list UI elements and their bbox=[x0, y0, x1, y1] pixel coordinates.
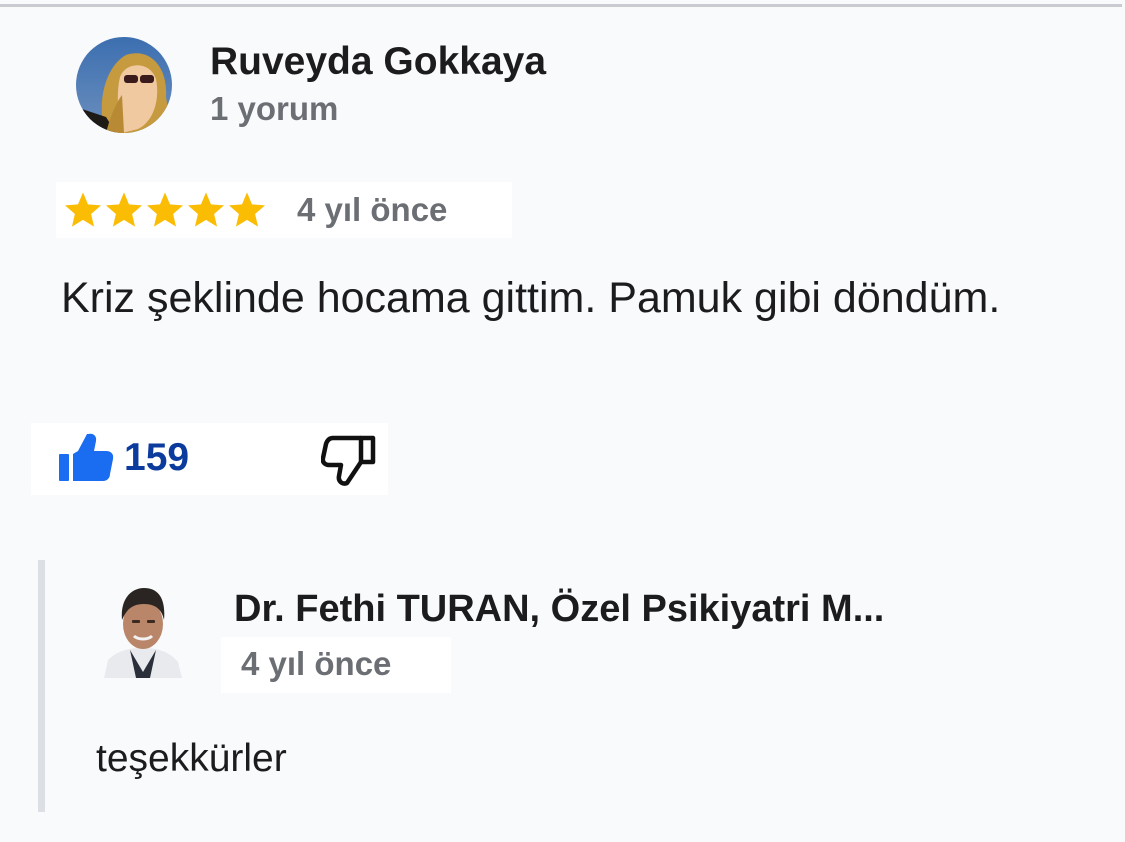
review-time: 4 yıl önce bbox=[297, 191, 448, 228]
reply-time: 4 yıl önce bbox=[241, 645, 392, 682]
review-card: Ruveyda Gokkaya 1 yorum 4 yıl önce Kriz … bbox=[0, 0, 1125, 842]
doctor-photo-avatar-icon bbox=[104, 580, 182, 678]
reply-text: teşekkürler bbox=[96, 737, 287, 780]
review-text: Kriz şeklinde hocama gittim. Pamuk gibi … bbox=[61, 274, 1001, 322]
like-count: 159 bbox=[124, 436, 190, 479]
user-photo-avatar-icon bbox=[76, 37, 172, 133]
thumb-down-icon bbox=[320, 435, 376, 486]
star-icon bbox=[187, 192, 225, 227]
star-icon bbox=[64, 192, 102, 227]
owner-avatar[interactable] bbox=[104, 580, 182, 678]
reply-time-container: 4 yıl önce bbox=[221, 637, 451, 693]
owner-name[interactable]: Dr. Fethi TURAN, Özel Psikiyatri M... bbox=[234, 588, 1014, 631]
divider bbox=[0, 4, 1122, 7]
star-rating bbox=[63, 191, 268, 229]
thumb-up-icon bbox=[59, 433, 114, 481]
star-icon bbox=[146, 192, 184, 227]
star-icon bbox=[105, 192, 143, 227]
rating-row: 4 yıl önce bbox=[56, 182, 512, 238]
dislike-button[interactable] bbox=[320, 434, 379, 488]
like-button[interactable]: 159 bbox=[59, 431, 189, 485]
star-icon bbox=[228, 192, 266, 227]
reviewer-review-count: 1 yorum bbox=[210, 90, 339, 127]
reviewer-avatar[interactable] bbox=[76, 37, 172, 133]
reply-indent-bar bbox=[38, 560, 45, 812]
review-actions: 159 bbox=[31, 423, 388, 495]
reviewer-name[interactable]: Ruveyda Gokkaya bbox=[210, 40, 546, 84]
